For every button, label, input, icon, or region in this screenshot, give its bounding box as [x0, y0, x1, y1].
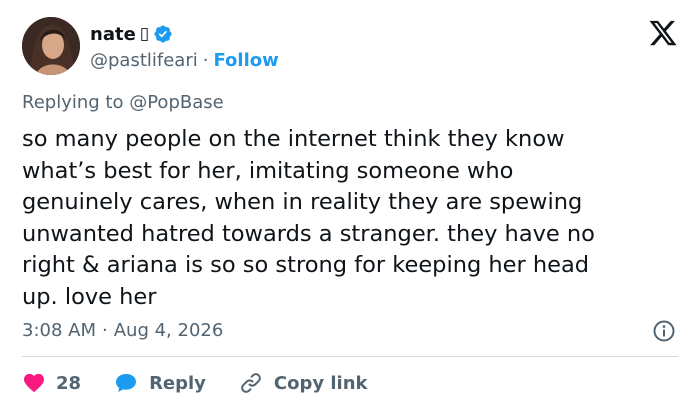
- replying-to-mention[interactable]: @PopBase: [129, 92, 223, 113]
- handle-row: @pastlifeari · Follow: [90, 48, 279, 72]
- follow-button[interactable]: Follow: [213, 50, 278, 71]
- copy-link-button[interactable]: Copy link: [238, 371, 368, 395]
- x-logo-icon[interactable]: [648, 18, 678, 48]
- author-name-row[interactable]: nate ▯: [90, 22, 173, 46]
- handle-separator: ·: [202, 49, 209, 71]
- tweet-time[interactable]: 3:08 AM: [22, 320, 96, 341]
- reply-button[interactable]: Reply: [113, 371, 206, 395]
- replying-to-prefix: Replying to: [22, 92, 124, 113]
- author-handle[interactable]: @pastlifeari: [90, 50, 198, 71]
- like-button[interactable]: 28: [22, 371, 81, 395]
- info-icon[interactable]: [652, 319, 676, 343]
- verified-badge-icon: [154, 25, 172, 43]
- copy-link-label: Copy link: [273, 372, 368, 394]
- avatar[interactable]: [22, 17, 80, 75]
- divider: [22, 356, 678, 357]
- name-glyph: ▯: [139, 24, 150, 44]
- action-bar: 28 Reply Copy link: [22, 368, 400, 398]
- display-name[interactable]: nate: [90, 24, 136, 45]
- tweet-text: so many people on the internet think the…: [22, 126, 595, 310]
- heart-icon: [24, 373, 44, 393]
- reply-label: Reply: [149, 372, 206, 394]
- meta-separator: ·: [102, 319, 108, 341]
- tweet-meta: 3:08 AM · Aug 4, 2026: [22, 316, 223, 344]
- replying-to: Replying to @PopBase: [22, 92, 224, 113]
- link-icon: [241, 373, 261, 393]
- tweet-date[interactable]: Aug 4, 2026: [114, 320, 224, 341]
- like-count: 28: [56, 372, 82, 394]
- reply-bubble-icon: [116, 374, 137, 392]
